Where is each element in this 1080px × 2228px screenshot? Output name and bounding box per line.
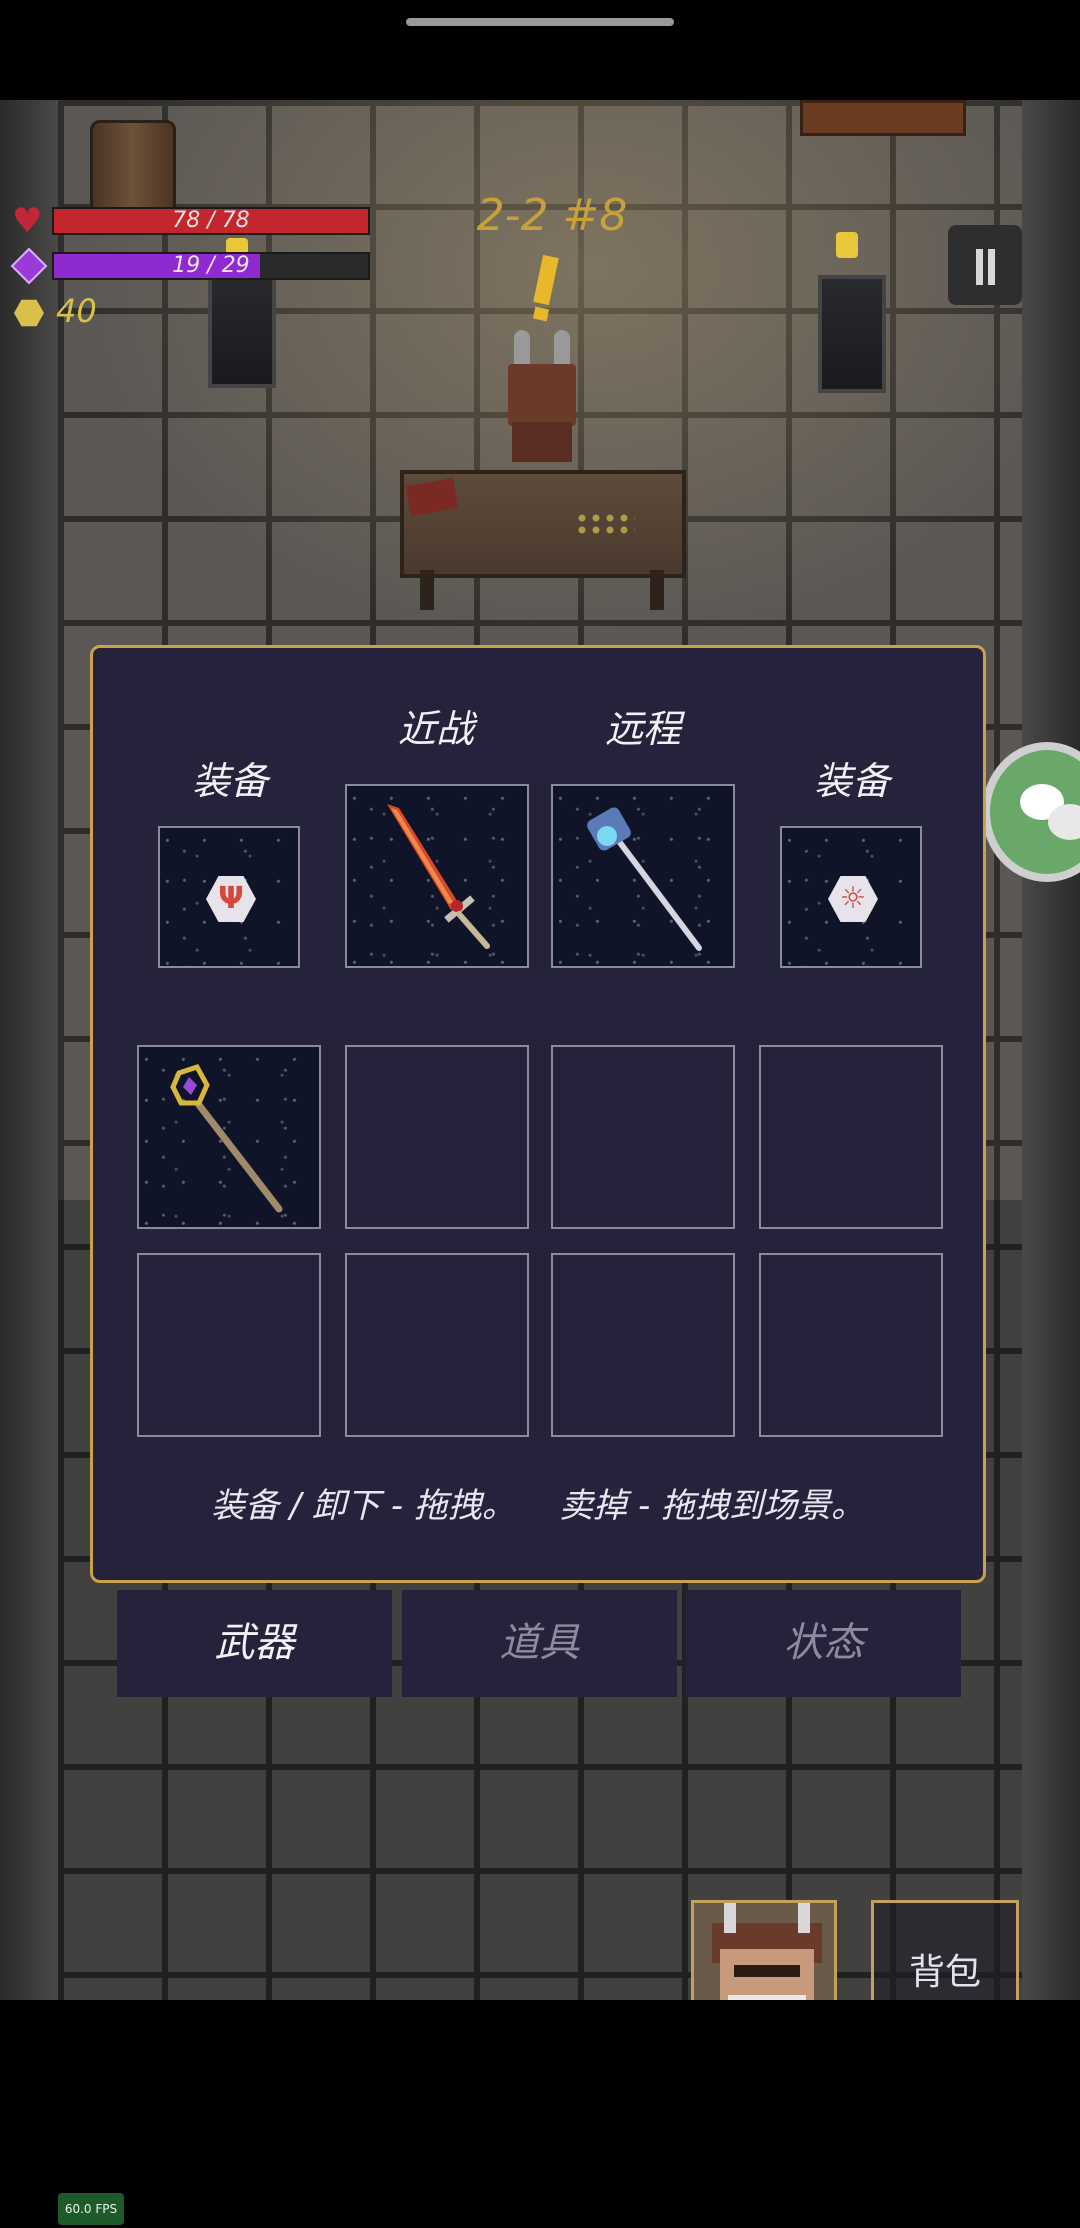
rune-trident-icon: Ψ: [206, 876, 256, 922]
bag-slot-4[interactable]: [759, 1045, 943, 1229]
equip-left-header: 装备: [191, 759, 268, 803]
inventory-hint: 装备 / 卸下 - 拖拽。 卖掉 - 拖拽到场景。: [210, 1486, 866, 1526]
rune-sun-icon: ☼: [828, 876, 878, 922]
left-wall: [0, 100, 58, 2000]
gold-coin-icon: [14, 299, 44, 327]
pause-icon: [976, 249, 983, 285]
bag-slot-2[interactable]: [345, 1045, 529, 1229]
exclamation-dot: [532, 306, 550, 322]
gold-row: 40: [12, 292, 172, 330]
flame-icon: [836, 232, 858, 258]
hp-text: 78 / 78: [172, 208, 250, 233]
tab-items[interactable]: 道具: [402, 1590, 677, 1697]
brazier-left: [208, 270, 276, 388]
stage-label: 2-2 #8: [476, 190, 628, 241]
portrait-ear: [724, 1903, 736, 1933]
flame-sword-icon: [387, 804, 490, 949]
tab-status[interactable]: 状态: [686, 1590, 961, 1697]
mp-text: 19 / 29: [172, 253, 250, 278]
amethyst-staff-icon: [170, 1063, 283, 1213]
bag-slot-5[interactable]: [137, 1253, 321, 1437]
bag-slot-7[interactable]: [551, 1253, 735, 1437]
portrait-ear: [798, 1903, 810, 1933]
table-leg: [420, 570, 434, 610]
right-wall: [1022, 100, 1080, 2000]
wechat-icon: [1048, 804, 1080, 840]
gold-amount: 40: [56, 292, 97, 330]
equip-slot-right[interactable]: ☼: [780, 826, 922, 968]
rune-trident-mark: Ψ: [218, 881, 244, 916]
chest: [800, 100, 966, 136]
ranged-weapon-slot[interactable]: [551, 784, 735, 968]
bag-slot-3[interactable]: [551, 1045, 735, 1229]
barrel: [90, 120, 176, 218]
mana-gem-icon: [10, 247, 48, 285]
ranged-header: 远程: [604, 707, 681, 751]
mp-row: 19 / 29: [10, 247, 372, 285]
portrait-eyes: [734, 1965, 800, 1977]
coins-pile: [575, 512, 635, 536]
merchant-head: [508, 364, 576, 426]
pause-icon: [988, 249, 995, 285]
equip-right-header: 装备: [813, 759, 890, 803]
hp-bar: 78 / 78: [52, 207, 370, 235]
melee-weapon-slot[interactable]: [345, 784, 529, 968]
brazier-right: [818, 275, 886, 393]
bag-slot-8[interactable]: [759, 1253, 943, 1437]
mp-bar: 19 / 29: [52, 252, 370, 280]
melee-header: 近战: [397, 707, 474, 751]
system-status-bar: [0, 0, 1080, 100]
tab-weapons[interactable]: 武器: [117, 1590, 392, 1697]
heart-icon: ♥: [12, 201, 43, 241]
equip-slot-left[interactable]: Ψ: [158, 826, 300, 968]
bag-slot-6[interactable]: [345, 1253, 529, 1437]
bag-slot-1[interactable]: [137, 1045, 321, 1229]
hp-row: ♥ 78 / 78: [12, 201, 372, 241]
ice-staff-icon: [587, 807, 702, 951]
top-notch-pill: [406, 18, 674, 26]
merchant-npc[interactable]: [498, 330, 586, 462]
merchant-body: [512, 422, 572, 462]
fps-counter: 60.0 FPS: [58, 2193, 124, 2225]
rune-sun-mark: ☼: [839, 881, 867, 916]
table-leg: [650, 570, 664, 610]
pause-button[interactable]: [948, 225, 1022, 305]
bottom-letterbox: [0, 2000, 1080, 2228]
